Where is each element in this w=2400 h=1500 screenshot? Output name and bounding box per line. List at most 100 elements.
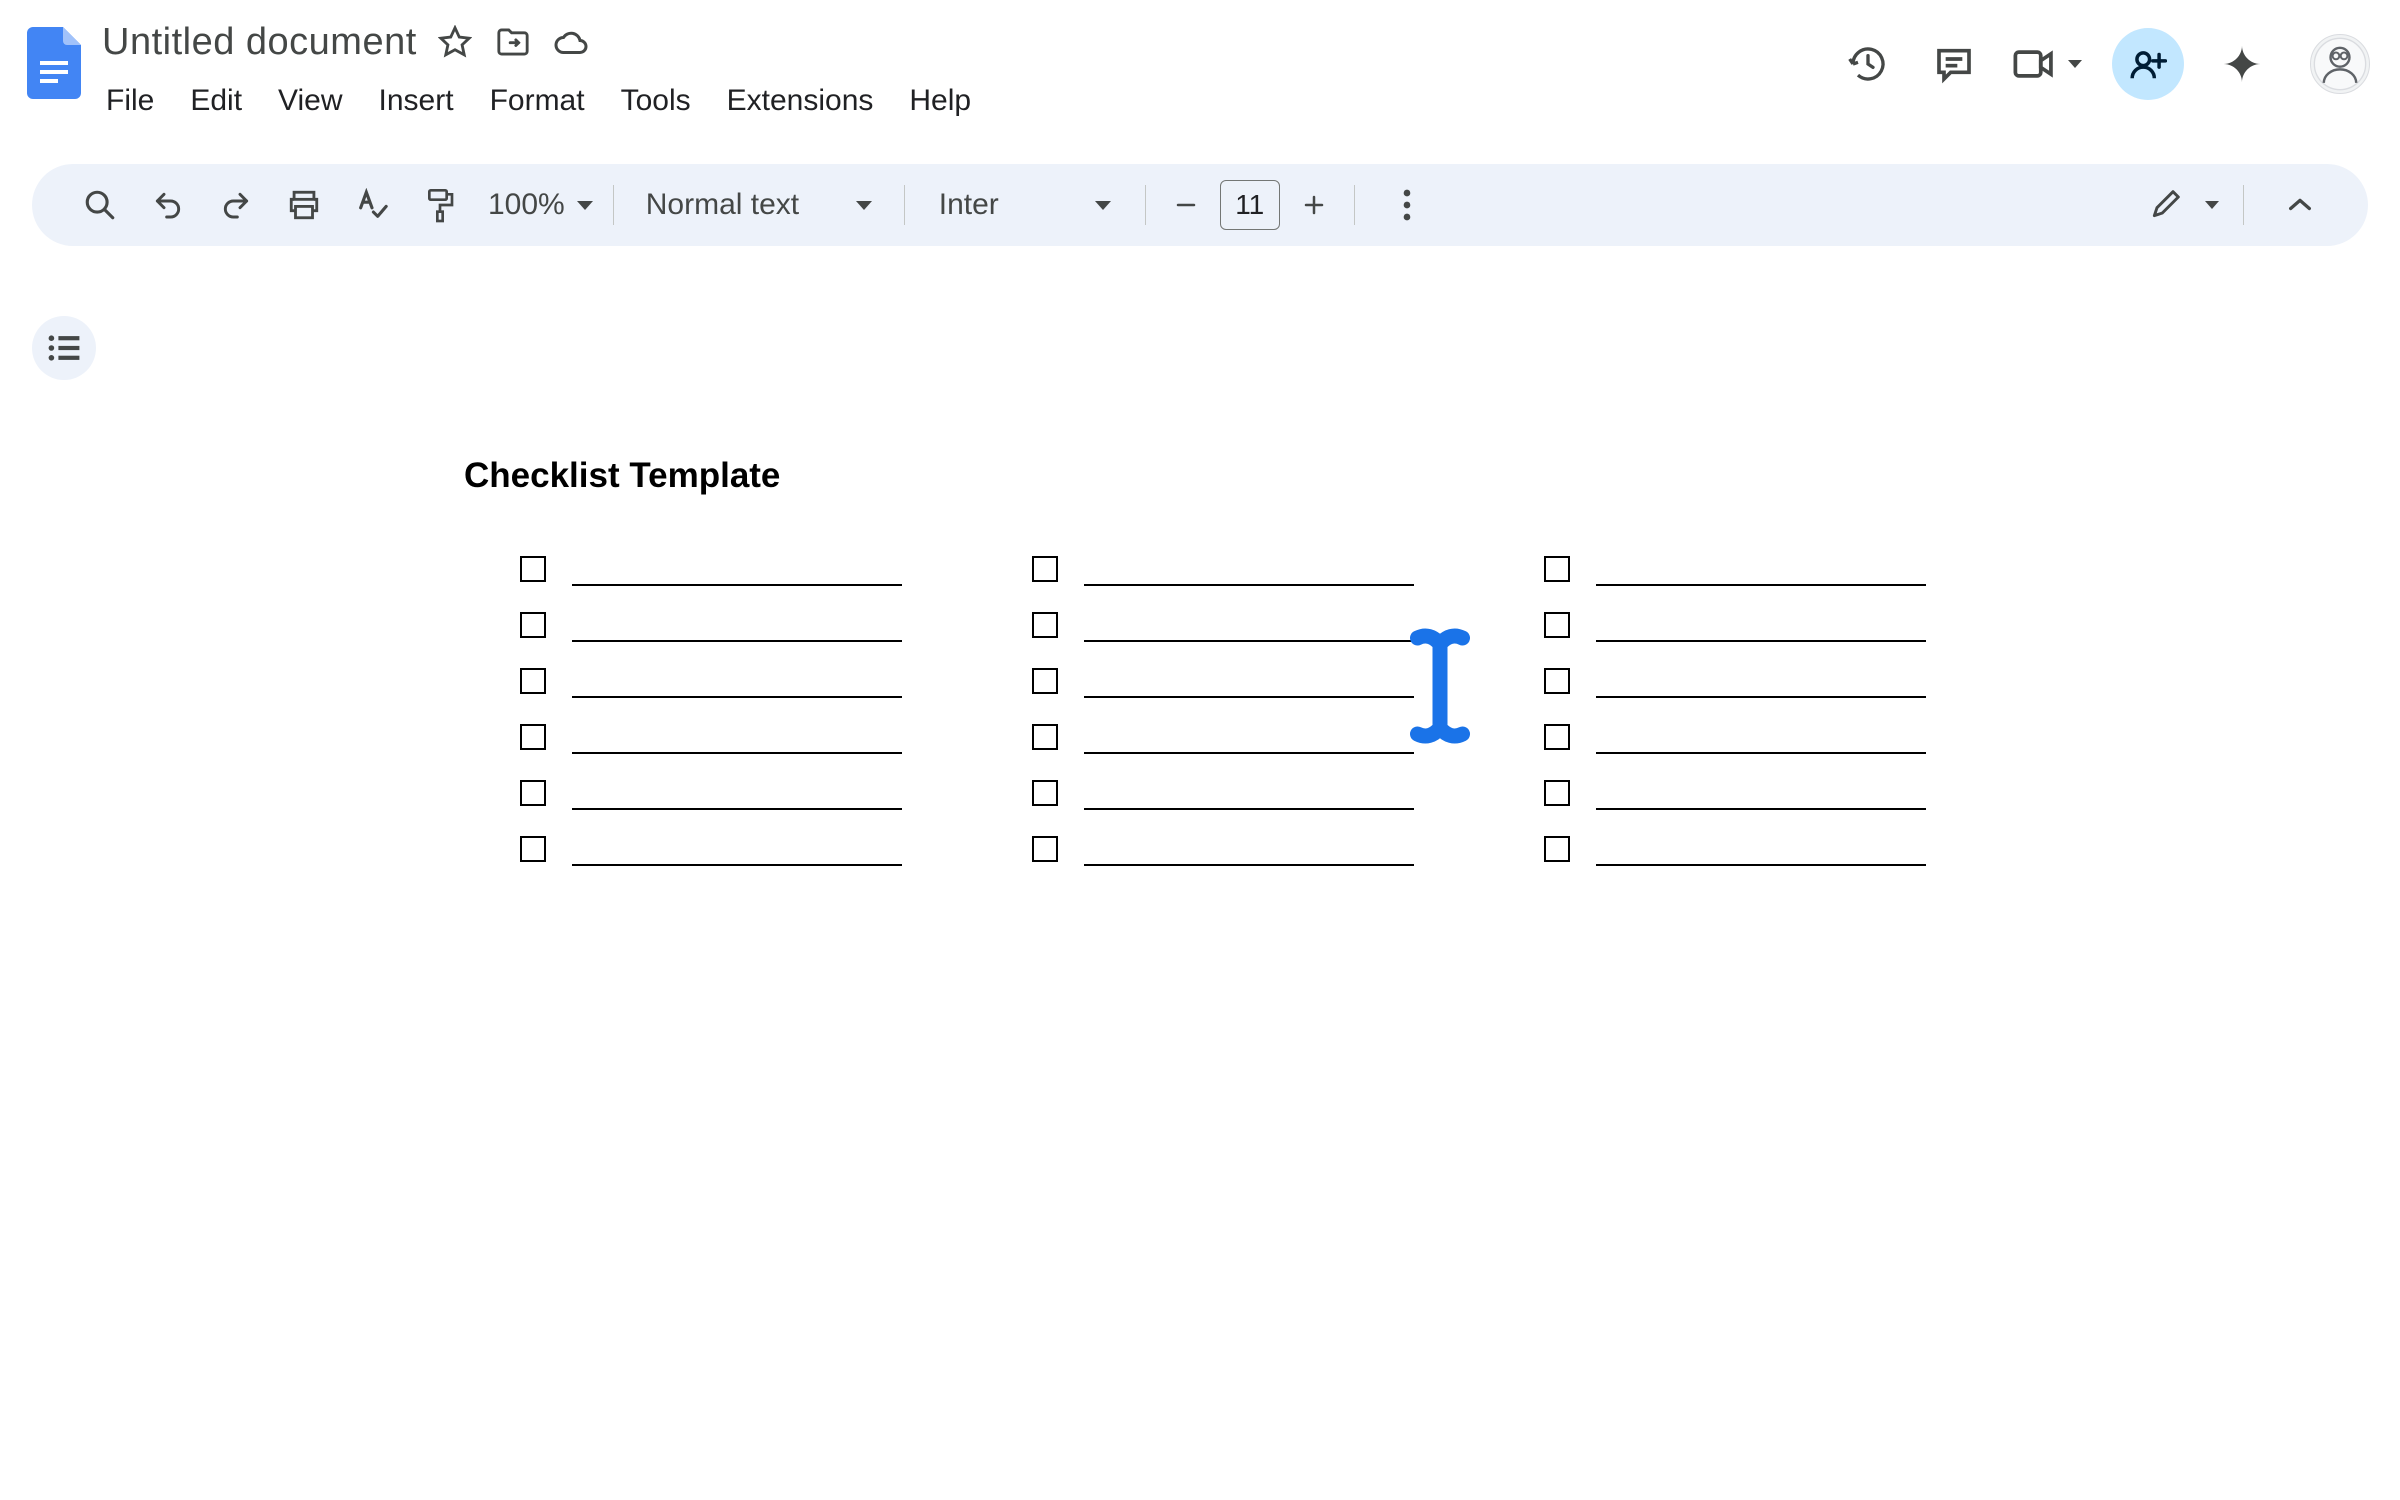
docs-logo-icon[interactable] [20, 18, 88, 108]
blank-line[interactable] [572, 808, 902, 810]
move-icon[interactable] [495, 24, 531, 60]
blank-line[interactable] [1596, 808, 1926, 810]
checklist-item[interactable] [520, 612, 902, 642]
blank-line[interactable] [1084, 808, 1414, 810]
show-outline-button[interactable] [32, 316, 96, 380]
blank-line[interactable] [572, 864, 902, 866]
checklist-item[interactable] [1544, 668, 1926, 698]
toolbar-right [2149, 181, 2332, 229]
gemini-icon[interactable] [2214, 36, 2270, 92]
blank-line[interactable] [572, 696, 902, 698]
blank-line[interactable] [1084, 752, 1414, 754]
profile-avatar[interactable] [2310, 34, 2370, 94]
checkbox-icon[interactable] [520, 724, 546, 750]
document-heading[interactable]: Checklist Template [464, 456, 1940, 496]
blank-line[interactable] [1596, 864, 1926, 866]
decrease-font-size-button[interactable] [1166, 185, 1206, 225]
menu-format[interactable]: Format [474, 78, 601, 124]
checklist-item[interactable] [1032, 556, 1414, 586]
search-icon[interactable] [76, 181, 124, 229]
checkbox-icon[interactable] [1032, 780, 1058, 806]
checklist-item[interactable] [1032, 724, 1414, 754]
zoom-value: 100% [488, 188, 565, 222]
checklist-item[interactable] [520, 836, 902, 866]
comments-icon[interactable] [1926, 36, 1982, 92]
spellcheck-icon[interactable] [348, 181, 396, 229]
checklist-item[interactable] [1544, 612, 1926, 642]
cloud-status-icon[interactable] [553, 24, 589, 60]
checklist-item[interactable] [1544, 780, 1926, 810]
checkbox-icon[interactable] [1544, 612, 1570, 638]
blank-line[interactable] [1596, 640, 1926, 642]
chevron-down-icon [2205, 201, 2219, 209]
checklist-item[interactable] [520, 556, 902, 586]
blank-line[interactable] [1596, 752, 1926, 754]
checklist-item[interactable] [1032, 612, 1414, 642]
checkbox-icon[interactable] [1544, 668, 1570, 694]
checklist-item[interactable] [520, 780, 902, 810]
collapse-toolbar-icon[interactable] [2276, 181, 2324, 229]
checkbox-icon[interactable] [520, 780, 546, 806]
checkbox-icon[interactable] [1544, 724, 1570, 750]
menu-view[interactable]: View [262, 78, 358, 124]
checklist-item[interactable] [1032, 668, 1414, 698]
checkbox-icon[interactable] [520, 836, 546, 862]
share-button[interactable] [2112, 28, 2184, 100]
more-options-icon[interactable] [1383, 181, 1431, 229]
formatting-toolbar: 100% Normal text Inter [32, 164, 2368, 246]
chevron-down-icon [856, 201, 872, 210]
blank-line[interactable] [1084, 584, 1414, 586]
zoom-selector[interactable]: 100% [488, 188, 593, 222]
blank-line[interactable] [572, 640, 902, 642]
checklist-item[interactable] [1544, 556, 1926, 586]
checkbox-icon[interactable] [520, 612, 546, 638]
font-size-input[interactable] [1220, 180, 1280, 230]
checkbox-icon[interactable] [1032, 556, 1058, 582]
paint-format-icon[interactable] [416, 181, 464, 229]
checklist-item[interactable] [1544, 836, 1926, 866]
star-icon[interactable] [437, 24, 473, 60]
editing-mode-selector[interactable] [2149, 189, 2219, 221]
checkbox-icon[interactable] [1032, 668, 1058, 694]
chevron-down-icon [2068, 60, 2082, 68]
checkbox-icon[interactable] [1544, 556, 1570, 582]
blank-line[interactable] [572, 752, 902, 754]
title-row: Untitled document [102, 14, 1840, 70]
video-call-button[interactable] [2012, 47, 2082, 81]
menu-edit[interactable]: Edit [174, 78, 258, 124]
menu-insert[interactable]: Insert [363, 78, 470, 124]
document-title[interactable]: Untitled document [102, 21, 417, 64]
history-icon[interactable] [1840, 36, 1896, 92]
checklist-item[interactable] [1544, 724, 1926, 754]
separator [613, 185, 614, 225]
checkbox-icon[interactable] [520, 556, 546, 582]
checklist-item[interactable] [520, 668, 902, 698]
blank-line[interactable] [572, 584, 902, 586]
blank-line[interactable] [1084, 864, 1414, 866]
print-icon[interactable] [280, 181, 328, 229]
checklist-item[interactable] [1032, 836, 1414, 866]
blank-line[interactable] [1596, 584, 1926, 586]
undo-icon[interactable] [144, 181, 192, 229]
menu-help[interactable]: Help [893, 78, 987, 124]
checkbox-icon[interactable] [1032, 724, 1058, 750]
menu-file[interactable]: File [102, 78, 170, 124]
font-selector[interactable]: Inter [925, 188, 1125, 222]
menu-tools[interactable]: Tools [605, 78, 707, 124]
checkbox-icon[interactable] [1544, 780, 1570, 806]
checkbox-icon[interactable] [1544, 836, 1570, 862]
blank-line[interactable] [1596, 696, 1926, 698]
redo-icon[interactable] [212, 181, 260, 229]
menu-extensions[interactable]: Extensions [711, 78, 890, 124]
blank-line[interactable] [1084, 696, 1414, 698]
blank-line[interactable] [1084, 640, 1414, 642]
checklist-item[interactable] [1032, 780, 1414, 810]
checkbox-icon[interactable] [520, 668, 546, 694]
header-actions [1840, 14, 2380, 100]
checkbox-icon[interactable] [1032, 836, 1058, 862]
checkbox-icon[interactable] [1032, 612, 1058, 638]
checklist-item[interactable] [520, 724, 902, 754]
paragraph-style-selector[interactable]: Normal text [634, 188, 884, 222]
increase-font-size-button[interactable] [1294, 185, 1334, 225]
document-page[interactable]: Checklist Template [380, 336, 2020, 986]
